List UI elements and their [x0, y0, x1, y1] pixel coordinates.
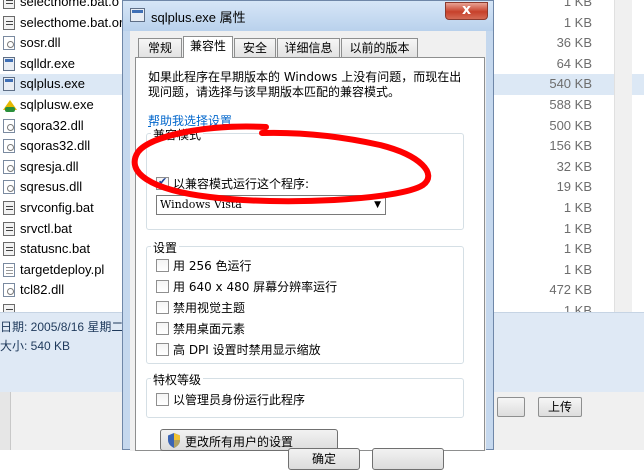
settings-option-checkbox[interactable]	[156, 280, 169, 293]
details-date: 日期: 2005/8/16 星期二	[0, 320, 124, 334]
file-name: sqlplusw.exe	[20, 97, 94, 112]
close-button[interactable]: x	[445, 2, 488, 20]
file-list-scrollbar[interactable]	[614, 0, 632, 312]
pl-file-icon	[3, 262, 15, 277]
settings-group-label: 设置	[151, 239, 180, 256]
bat-file-icon	[3, 221, 15, 236]
file-name: sqoras32.dll	[20, 138, 91, 154]
tab-details[interactable]: 详细信息	[277, 38, 340, 57]
tab-general[interactable]: 常规	[138, 38, 182, 57]
file-size: 472 KB	[549, 282, 592, 298]
dialog-title: sqlplus.exe 属性	[151, 10, 246, 25]
properties-dialog: sqlplus.exe 属性 x 常规 兼容性 安全 详细信息 以前的版本 如果…	[122, 0, 494, 470]
close-icon: x	[461, 2, 472, 18]
privilege-group-label: 特权等级	[151, 371, 204, 388]
dll-file-icon	[3, 118, 15, 133]
tab-label: 详细信息	[284, 41, 333, 55]
tab-security[interactable]: 安全	[234, 38, 276, 57]
file-size: 1 KB	[563, 200, 592, 215]
tab-label: 安全	[242, 41, 267, 55]
compat-mode-checkbox[interactable]	[156, 175, 169, 190]
special-file-icon	[3, 98, 17, 112]
dll-file-icon	[3, 139, 15, 154]
file-name: srvconfig.bat	[20, 200, 94, 215]
file-size: 156 KB	[549, 138, 592, 154]
ok-button[interactable]: 确定	[288, 448, 360, 470]
settings-option-checkbox[interactable]	[156, 259, 169, 272]
dialog-body: 常规 兼容性 安全 详细信息 以前的版本 如果此程序在早期版本的 Windows…	[130, 31, 486, 470]
compat-description: 如果此程序在早期版本的 Windows 上没有问题，而现在出现问题，请选择与该早…	[148, 70, 462, 99]
dll-file-icon	[3, 159, 15, 174]
tab-label: 以前的版本	[349, 41, 410, 55]
dialog-titlebar[interactable]: sqlplus.exe 属性 x	[123, 1, 493, 31]
chevron-down-icon: ▼	[374, 200, 381, 210]
details-size: 大小: 540 KB	[0, 339, 71, 353]
file-name: sosr.dll	[20, 35, 61, 51]
file-name: sqresus.dll	[20, 179, 83, 195]
tab-label: 兼容性	[189, 39, 226, 53]
file-size: 32 KB	[556, 158, 592, 174]
file-size: 540 KB	[549, 76, 592, 92]
bat-file-icon	[3, 242, 15, 257]
exe-file-icon	[3, 56, 15, 71]
settings-option-checkbox[interactable]	[156, 301, 169, 314]
file-size: 1 KB	[563, 14, 592, 30]
settings-option-checkbox[interactable]	[156, 343, 169, 356]
file-size: 588 KB	[549, 97, 592, 112]
upload-button[interactable]: 上传	[538, 397, 582, 417]
settings-option-label: 禁用桌面元素	[173, 322, 246, 336]
file-name: selecthome.bat.o	[20, 0, 120, 9]
os-version-value: Windows Vista	[160, 198, 242, 211]
file-size: 1 KB	[563, 0, 592, 9]
dll-file-icon	[3, 180, 15, 195]
dll-file-icon	[3, 283, 15, 298]
file-size: 500 KB	[549, 117, 592, 133]
compat-mode-checkbox-label: 以兼容模式运行这个程序:	[173, 177, 310, 191]
file-name: sqlplus.exe	[20, 76, 86, 92]
settings-option-label: 高 DPI 设置时禁用显示缩放	[173, 343, 321, 357]
file-size: 1 KB	[563, 241, 592, 257]
file-size: 64 KB	[556, 55, 592, 71]
file-name: statusnc.bat	[20, 241, 91, 257]
file-name: targetdeploy.pl	[20, 261, 105, 277]
file-name: sqlldr.exe	[20, 55, 75, 71]
tab-label: 常规	[147, 41, 172, 55]
file-size: 1 KB	[563, 261, 592, 277]
exe-icon	[130, 8, 145, 22]
bat-file-icon	[3, 15, 15, 30]
exe-file-icon	[3, 77, 15, 92]
tab-compatibility[interactable]: 兼容性	[183, 36, 233, 58]
compat-mode-label: 兼容模式	[151, 126, 204, 143]
file-name: sqresja.dll	[20, 158, 79, 174]
change-all-users-label: 更改所有用户的设置	[185, 435, 294, 449]
settings-option-label: 用 256 色运行	[173, 259, 252, 273]
settings-option-label: 禁用视觉主题	[173, 301, 246, 315]
uac-shield-icon	[168, 433, 180, 448]
bottom-left-panel	[0, 392, 11, 450]
file-size: 1 KB	[563, 220, 592, 236]
upload-path-button[interactable]	[497, 397, 525, 417]
file-name: srvctl.bat	[20, 220, 73, 236]
file-name: sqora32.dll	[20, 117, 84, 133]
file-name: selecthome.bat.or	[20, 14, 124, 30]
run-as-admin-label: 以管理员身份运行此程序	[173, 393, 306, 407]
file-name: tcl82.dll	[20, 282, 65, 298]
os-version-select[interactable]: Windows Vista ▼	[156, 195, 386, 215]
run-as-admin-checkbox[interactable]	[156, 393, 169, 406]
file-size: 19 KB	[556, 179, 592, 195]
cancel-button[interactable]	[372, 448, 444, 470]
bat-file-icon	[3, 201, 15, 215]
bat-file-icon	[3, 0, 15, 9]
dll-file-icon	[3, 36, 15, 51]
settings-option-label: 用 640 x 480 屏幕分辨率运行	[173, 280, 338, 294]
compatibility-panel: 如果此程序在早期版本的 Windows 上没有问题，而现在出现问题，请选择与该早…	[135, 57, 485, 451]
tab-previous-versions[interactable]: 以前的版本	[341, 38, 418, 57]
file-size: 36 KB	[556, 35, 592, 51]
settings-option-checkbox[interactable]	[156, 322, 169, 335]
